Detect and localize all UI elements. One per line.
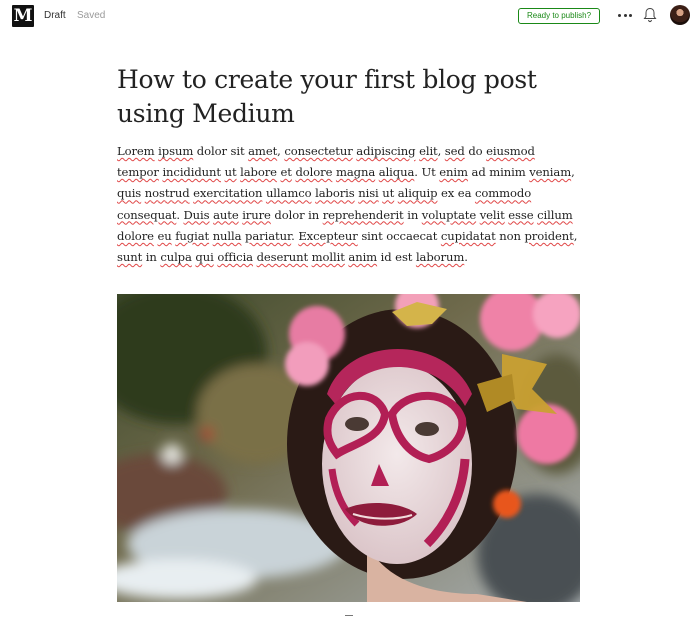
misspelled-word[interactable]: adipiscing — [356, 144, 415, 158]
body-text-run: dolor sit — [193, 144, 249, 158]
more-options-icon[interactable] — [618, 8, 632, 22]
misspelled-word[interactable]: aliqua — [379, 165, 415, 179]
body-text-run: ad minim — [467, 165, 530, 180]
misspelled-word[interactable]: incididunt — [162, 165, 221, 179]
misspelled-word[interactable]: pariatur — [245, 229, 291, 243]
misspelled-word[interactable]: culpa — [160, 250, 192, 264]
misspelled-word[interactable]: dolore — [295, 165, 332, 179]
misspelled-word[interactable]: aliquip — [398, 186, 438, 200]
body-text-run: , — [573, 228, 578, 243]
misspelled-word[interactable]: magna — [336, 165, 375, 179]
body-text-run: in — [403, 207, 422, 222]
misspelled-word[interactable]: sed — [445, 144, 465, 158]
misspelled-word[interactable]: commodo — [475, 186, 531, 200]
misspelled-word[interactable]: eu — [158, 229, 172, 243]
misspelled-word[interactable]: ipsum — [158, 144, 193, 158]
misspelled-word[interactable]: nostrud — [145, 186, 190, 200]
body-text-run: . — [464, 250, 468, 265]
body-text-run: . Ut — [414, 165, 440, 180]
body-text-run: in — [142, 250, 161, 265]
misspelled-word[interactable]: et — [281, 165, 292, 179]
body-text-run: , — [437, 144, 445, 158]
body-text-run: do — [464, 144, 487, 158]
misspelled-word[interactable]: velit — [480, 208, 505, 222]
misspelled-word[interactable]: consectetur — [284, 144, 352, 158]
misspelled-word[interactable]: cupidatat — [441, 229, 496, 243]
publish-button[interactable]: Ready to publish? — [518, 8, 600, 24]
misspelled-word[interactable]: ut — [382, 186, 394, 200]
user-avatar[interactable] — [670, 5, 690, 25]
misspelled-word[interactable]: Duis — [183, 208, 209, 222]
misspelled-word[interactable]: dolore — [117, 229, 154, 243]
misspelled-word[interactable]: eiusmod — [486, 144, 535, 158]
misspelled-word[interactable]: reprehenderit — [323, 208, 404, 222]
body-text-run: non — [495, 228, 525, 243]
misspelled-word[interactable]: labore — [240, 165, 277, 179]
article-image-face-paint[interactable] — [117, 294, 580, 602]
misspelled-word[interactable]: ullamco — [266, 186, 312, 200]
misspelled-word[interactable]: elit — [419, 144, 438, 158]
misspelled-word[interactable]: exercitation — [193, 186, 262, 200]
misspelled-word[interactable]: laboris — [315, 186, 355, 200]
save-state: Saved — [77, 10, 106, 21]
editor-top-bar: M Draft Saved Ready to publish? — [0, 0, 700, 32]
misspelled-word[interactable]: laborum — [416, 250, 464, 264]
body-text-run: id est — [377, 250, 416, 265]
misspelled-word[interactable]: fugiat — [175, 229, 209, 243]
misspelled-word[interactable]: nisi — [358, 186, 379, 200]
misspelled-word[interactable]: irure — [242, 208, 271, 222]
body-text-run: , — [571, 165, 575, 180]
misspelled-word[interactable]: enim — [439, 165, 468, 179]
misspelled-word[interactable]: tempor — [117, 165, 159, 179]
body-text-run: ex ea — [437, 186, 475, 201]
misspelled-word[interactable]: veniam — [529, 165, 571, 179]
misspelled-word[interactable]: cillum — [537, 208, 573, 222]
bell-icon[interactable] — [643, 7, 657, 23]
dot — [618, 13, 621, 17]
draft-status: Draft — [44, 10, 66, 21]
misspelled-word[interactable]: mollit — [312, 250, 345, 264]
body-text-run: dolor in — [270, 207, 323, 222]
misspelled-word[interactable]: voluptate — [422, 208, 476, 222]
misspelled-word[interactable]: Lorem — [117, 144, 155, 158]
misspelled-word[interactable]: officia — [217, 250, 253, 264]
misspelled-word[interactable]: consequat — [117, 208, 176, 222]
misspelled-word[interactable]: ut — [225, 165, 237, 179]
misspelled-word[interactable]: aute — [213, 208, 239, 222]
misspelled-word[interactable]: proident — [524, 229, 573, 243]
misspelled-word[interactable]: esse — [508, 208, 533, 222]
misspelled-word[interactable]: anim — [348, 250, 377, 264]
medium-logo[interactable]: M — [12, 5, 34, 27]
misspelled-word[interactable]: amet — [248, 144, 277, 158]
dot — [629, 13, 632, 17]
misspelled-word[interactable]: Excepteur — [298, 229, 358, 243]
misspelled-word[interactable]: deserunt — [257, 250, 309, 264]
body-text-run: sint occaecat — [357, 228, 441, 243]
article-body-paragraph[interactable]: Lorem ipsum dolor sit amet, consectetur … — [117, 141, 579, 268]
dot — [623, 13, 627, 17]
misspelled-word[interactable]: quis — [117, 186, 141, 200]
misspelled-word[interactable]: nulla — [213, 229, 242, 243]
article-title[interactable]: How to create your first blog post using… — [117, 63, 597, 131]
misspelled-word[interactable]: sunt — [117, 250, 142, 264]
misspelled-word[interactable]: qui — [195, 250, 213, 264]
image-caption-placeholder[interactable] — [345, 615, 353, 616]
